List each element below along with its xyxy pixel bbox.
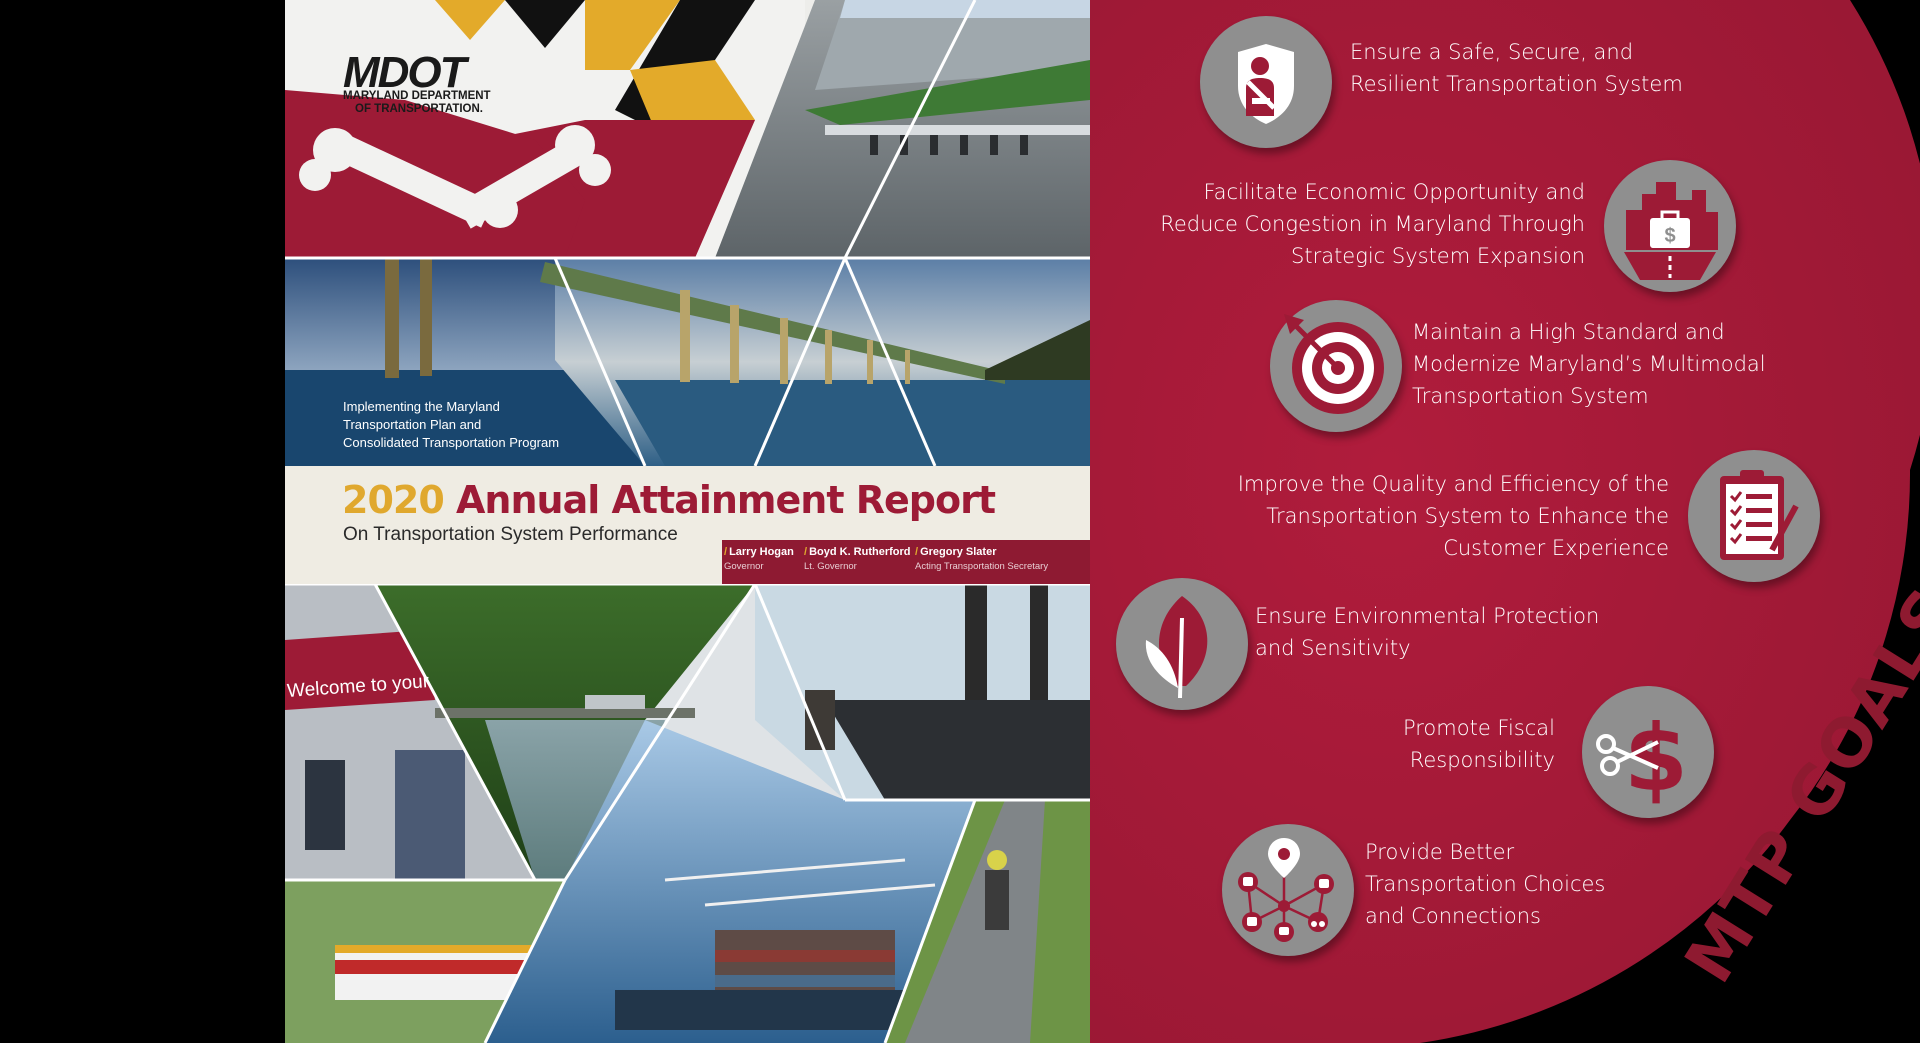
report-subtitle: On Transportation System Performance bbox=[343, 524, 678, 545]
logo-subtitle-line-2: OF TRANSPORTATION. bbox=[355, 103, 483, 115]
official-3-role: Acting Transportation Secretary bbox=[915, 561, 1049, 572]
goal-4-line-3: Customer Experience bbox=[1443, 536, 1669, 560]
logo-subtitle-line-1: MARYLAND DEPARTMENT bbox=[343, 90, 491, 102]
cover-intro: Implementing the Maryland Transportation… bbox=[343, 398, 559, 452]
goal-5-line-2: and Sensitivity bbox=[1255, 636, 1411, 660]
goal-2-line-1: Facilitate Economic Opportunity and bbox=[1203, 180, 1585, 204]
goal-7-line-1: Provide Better bbox=[1365, 840, 1515, 864]
goal-4-text: Improve the Quality and Efficiency of th… bbox=[1238, 468, 1669, 564]
goal-7-icon-circle bbox=[1222, 824, 1354, 956]
goal-5-icon-circle bbox=[1116, 578, 1248, 710]
goal-4-icon-circle bbox=[1688, 450, 1820, 582]
goal-2-text: Facilitate Economic Opportunity and Redu… bbox=[1160, 176, 1585, 272]
goal-7-text: Provide Better Transportation Choices an… bbox=[1365, 836, 1605, 932]
goal-2-line-2: Reduce Congestion in Maryland Through bbox=[1160, 212, 1585, 236]
goal-2-icon-circle: $ bbox=[1604, 160, 1736, 292]
intro-line-1: Implementing the Maryland bbox=[343, 399, 500, 414]
goal-6-icon-circle: $ bbox=[1582, 686, 1714, 818]
goal-1-text: Ensure a Safe, Secure, and Resilient Tra… bbox=[1350, 36, 1683, 100]
intro-line-2: Transportation Plan and bbox=[343, 417, 482, 432]
target-icon bbox=[1284, 314, 1384, 414]
official-3: / Gregory Slater Acting Transportation Sec… bbox=[915, 546, 1049, 572]
report-title-text: Annual Attainment Report bbox=[456, 478, 996, 522]
goal-5-line-1: Ensure Environmental Protection bbox=[1255, 604, 1600, 628]
goal-1-line-2: Resilient Transportation System bbox=[1350, 72, 1683, 96]
goal-3-line-3: Transportation System bbox=[1412, 384, 1649, 408]
official-2-role: Lt. Governor bbox=[804, 561, 857, 572]
goal-4-line-1: Improve the Quality and Efficiency of th… bbox=[1237, 472, 1669, 496]
goal-6-text: Promote Fiscal Responsibility bbox=[1403, 712, 1555, 776]
report-cover: MDOT MARYLAND DEPARTMENT OF TRANSPORTATI… bbox=[285, 0, 1090, 1043]
seatbelt-shield-icon bbox=[1238, 44, 1294, 124]
goal-4-line-2: Transportation System to Enhance the bbox=[1266, 504, 1669, 528]
goal-2-line-3: Strategic System Expansion bbox=[1291, 244, 1585, 268]
officials-band: / Larry Hogan Governor / Boyd K. Rutherford… bbox=[722, 540, 1090, 584]
official-2: / Boyd K. Rutherford Lt. Governor bbox=[804, 546, 911, 572]
report-year: 2020 bbox=[342, 478, 445, 522]
official-1-name: Larry Hogan bbox=[729, 546, 794, 558]
official-1: / Larry Hogan Governor bbox=[724, 546, 794, 572]
official-3-name: Gregory Slater bbox=[920, 546, 997, 558]
goal-1-icon-circle bbox=[1200, 16, 1332, 148]
goal-1-line-1: Ensure a Safe, Secure, and bbox=[1350, 40, 1634, 64]
goal-3-line-2: Modernize Maryland’s Multimodal bbox=[1412, 352, 1766, 376]
mtp-goals-panel: MTP GOALS Ensure a Safe, Secure, and Res… bbox=[1090, 0, 1920, 1043]
goal-5-text: Ensure Environmental Protection and Sens… bbox=[1255, 600, 1599, 664]
svg-text:$: $ bbox=[1664, 225, 1675, 247]
leaf-icon bbox=[1145, 596, 1208, 699]
goal-3-icon-circle bbox=[1270, 300, 1402, 432]
multimodal-network-icon bbox=[1238, 838, 1334, 942]
official-1-role: Governor bbox=[724, 561, 764, 572]
city-briefcase-icon: $ bbox=[1624, 182, 1718, 280]
goal-7-line-2: Transportation Choices bbox=[1365, 872, 1606, 896]
goal-7-line-3: and Connections bbox=[1365, 904, 1541, 928]
intro-line-3: Consolidated Transportation Program bbox=[343, 435, 560, 450]
checklist-icon bbox=[1720, 470, 1799, 560]
official-2-name: Boyd K. Rutherford bbox=[809, 546, 911, 558]
goal-6-line-2: Responsibility bbox=[1409, 748, 1555, 772]
goal-3-line-1: Maintain a High Standard and bbox=[1412, 320, 1725, 344]
dollar-scissors-icon: $ bbox=[1596, 705, 1688, 812]
goal-6-line-1: Promote Fiscal bbox=[1402, 716, 1555, 740]
goal-3-text: Maintain a High Standard and Modernize M… bbox=[1412, 316, 1766, 412]
report-title: 2020 Annual Attainment Report bbox=[342, 478, 996, 522]
